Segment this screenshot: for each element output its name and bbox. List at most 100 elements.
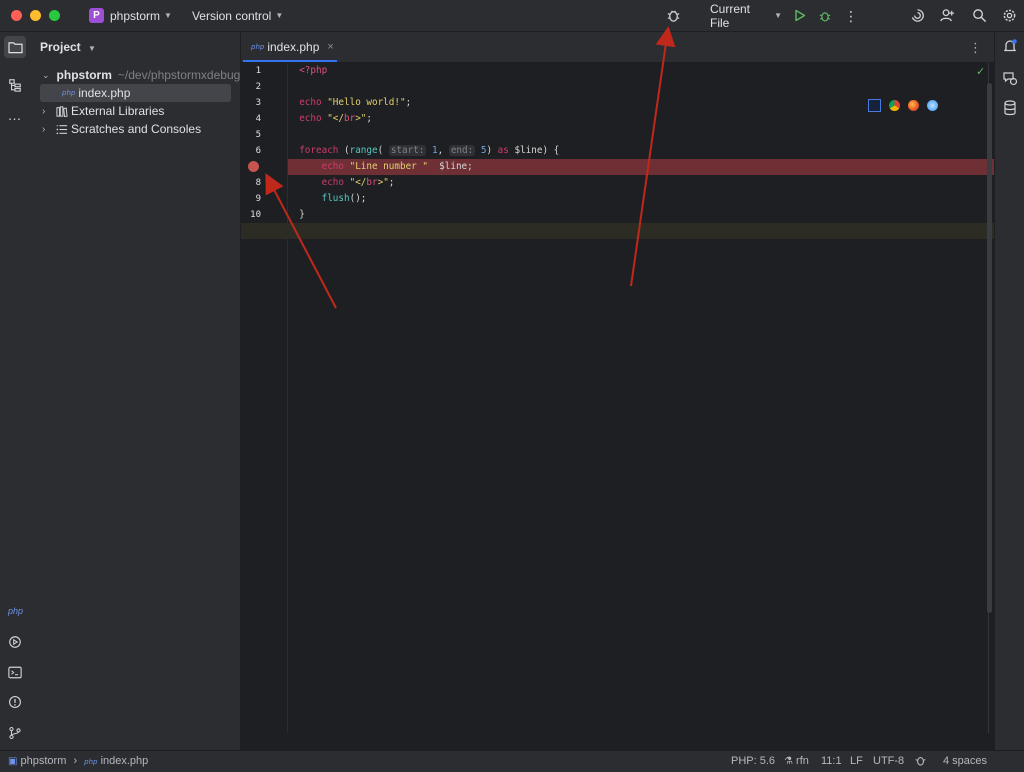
title-bar: P phpstorm ▼ Version control ▼ Current F… bbox=[0, 0, 1024, 32]
line-number: 8 bbox=[255, 178, 261, 188]
close-window-button[interactable] bbox=[11, 10, 22, 21]
firefox-icon[interactable] bbox=[908, 100, 919, 111]
debug-status-icon[interactable] bbox=[914, 754, 927, 770]
project-tool-button[interactable] bbox=[4, 36, 26, 58]
breakpoint-line: echo "Line number " $line; bbox=[288, 159, 994, 175]
search-icon[interactable] bbox=[970, 7, 988, 24]
services-icon bbox=[9, 636, 21, 648]
problems-tool-button[interactable] bbox=[4, 691, 26, 713]
code-area[interactable]: <?php echo "Hello world!"; echo "</br>";… bbox=[241, 63, 994, 750]
php-file-icon: php bbox=[84, 758, 98, 766]
parameter-hint: start: bbox=[388, 145, 427, 156]
line-number: 2 bbox=[255, 82, 261, 92]
tab-options-icon[interactable]: ⋮ bbox=[969, 40, 982, 56]
browser-icons bbox=[868, 99, 938, 112]
more-tools-button[interactable]: … bbox=[4, 104, 26, 126]
tree-item-external-libraries[interactable]: › External Libraries bbox=[31, 102, 240, 120]
tree-item-label: External Libraries bbox=[71, 104, 165, 118]
ai-chat-icon[interactable] bbox=[1002, 70, 1018, 89]
settings-icon[interactable] bbox=[1000, 7, 1018, 24]
database-icon[interactable] bbox=[1003, 100, 1017, 119]
tree-root[interactable]: ⌄ phpstorm ~/dev/phpstormxdebug/v bbox=[31, 66, 240, 84]
safari-icon[interactable] bbox=[927, 100, 938, 111]
project-switcher[interactable]: phpstorm ▼ bbox=[110, 9, 172, 23]
structure-icon bbox=[9, 79, 21, 92]
check-icon[interactable]: ✓ bbox=[976, 65, 985, 78]
ide-window: P phpstorm ▼ Version control ▼ Current F… bbox=[0, 0, 1024, 772]
php-file-icon: php bbox=[251, 43, 265, 51]
chevron-right-icon[interactable]: › bbox=[42, 124, 54, 135]
git-branch-label: rfn bbox=[796, 755, 809, 767]
services-tool-button[interactable] bbox=[4, 631, 26, 653]
add-user-icon[interactable] bbox=[938, 7, 956, 24]
phpstorm-browser-icon[interactable] bbox=[868, 99, 881, 112]
editor-gutter[interactable]: 1 2 3 4 5 6 8 9 10 11 bbox=[241, 63, 288, 733]
line-number: 10 bbox=[250, 210, 261, 220]
parameter-hint: end: bbox=[448, 145, 476, 156]
folder-icon bbox=[7, 41, 23, 53]
chevron-right-icon[interactable]: › bbox=[42, 106, 54, 117]
file-encoding[interactable]: UTF-8 bbox=[873, 755, 904, 767]
chrome-icon[interactable] bbox=[889, 100, 900, 111]
terminal-tool-button[interactable] bbox=[4, 661, 26, 683]
active-tab-indicator bbox=[243, 60, 337, 62]
breadcrumb[interactable]: ▣ phpstorm › php index.php bbox=[8, 755, 148, 767]
code-line: } bbox=[299, 209, 305, 220]
close-icon[interactable]: × bbox=[327, 41, 333, 53]
code-line: echo "</br>"; bbox=[299, 113, 373, 124]
tab-index-php[interactable]: php index.php × bbox=[241, 32, 338, 62]
php-file-icon: php bbox=[62, 89, 76, 97]
tree-item-label: index.php bbox=[78, 86, 131, 100]
notifications-icon[interactable] bbox=[1002, 38, 1018, 57]
run-config-label: Current File bbox=[710, 1, 751, 30]
tab-label: index.php bbox=[267, 40, 320, 54]
debug-icon[interactable] bbox=[817, 7, 833, 24]
structure-tool-button[interactable] bbox=[4, 74, 26, 96]
chevron-down-icon: ▼ bbox=[88, 44, 96, 53]
more-icon[interactable]: ⋮ bbox=[844, 7, 858, 24]
scratches-icon bbox=[56, 124, 68, 134]
php-tool-label[interactable]: php bbox=[8, 606, 23, 616]
problems-icon bbox=[9, 696, 21, 708]
user-lock-icon: ⚗ bbox=[784, 756, 793, 767]
tree-item-index-php[interactable]: php index.php bbox=[40, 84, 231, 102]
vcs-label: Version control bbox=[191, 8, 272, 23]
project-panel: Project ▼ ⌄ phpstorm ~/dev/phpstormxdebu… bbox=[31, 32, 241, 750]
chevron-down-icon[interactable]: ⌄ bbox=[42, 70, 50, 81]
line-number: 1 bbox=[255, 66, 261, 76]
line-number: 9 bbox=[255, 194, 261, 204]
breakpoint-icon[interactable] bbox=[248, 161, 259, 172]
chevron-down-icon: ▼ bbox=[774, 11, 782, 20]
breadcrumb-root[interactable]: phpstorm bbox=[21, 755, 67, 767]
breadcrumb-file[interactable]: index.php bbox=[101, 755, 149, 767]
code-line: <?php bbox=[299, 65, 328, 76]
project-panel-header[interactable]: Project ▼ bbox=[40, 40, 96, 54]
line-number: 4 bbox=[255, 114, 261, 124]
code-line: echo "</br>"; bbox=[321, 177, 395, 188]
line-number: 6 bbox=[255, 146, 261, 156]
git-tool-button[interactable] bbox=[4, 722, 26, 744]
indent-setting[interactable]: 4 spaces bbox=[943, 755, 987, 767]
ai-assistant-icon[interactable] bbox=[908, 7, 926, 24]
vcs-menu[interactable]: Version control ▼ bbox=[192, 9, 283, 23]
run-config-selector[interactable]: Current File ▼ bbox=[710, 2, 782, 30]
line-number: 5 bbox=[255, 130, 261, 140]
minimize-window-button[interactable] bbox=[30, 10, 41, 21]
php-version[interactable]: PHP: 5.6 bbox=[731, 755, 775, 767]
run-icon[interactable] bbox=[792, 7, 808, 24]
zoom-window-button[interactable] bbox=[49, 10, 60, 21]
current-line bbox=[241, 223, 994, 239]
code-line: foreach (range( start: 1, end: 5) as $li… bbox=[299, 145, 560, 156]
editor-scrollbar[interactable] bbox=[987, 83, 992, 613]
line-number: 3 bbox=[255, 98, 261, 108]
project-badge[interactable]: P bbox=[89, 8, 104, 23]
caret-position[interactable]: 11:1 bbox=[821, 755, 842, 767]
tree-item-scratches[interactable]: › Scratches and Consoles bbox=[31, 120, 240, 138]
line-separator[interactable]: LF bbox=[850, 755, 863, 767]
chevron-down-icon: ▼ bbox=[164, 11, 172, 20]
git-branch[interactable]: ⚗ rfn bbox=[784, 755, 809, 767]
debug-listen-icon[interactable] bbox=[664, 7, 682, 24]
code-editor[interactable]: 1 2 3 4 5 6 8 9 10 11 <?php echo "Hello … bbox=[241, 63, 994, 750]
project-panel-title: Project bbox=[40, 40, 81, 54]
terminal-icon bbox=[8, 666, 22, 678]
